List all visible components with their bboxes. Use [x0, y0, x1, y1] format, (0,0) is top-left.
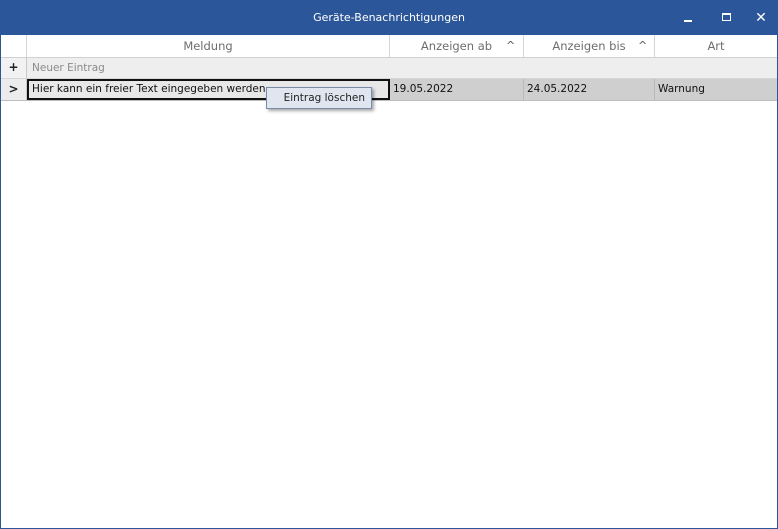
- column-header-art[interactable]: Art: [655, 35, 777, 57]
- title-bar[interactable]: Geräte-Benachrichtigungen ✕: [1, 1, 777, 35]
- new-entry-label: Neuer Eintrag: [32, 62, 105, 74]
- row-indicator-header: [1, 35, 27, 57]
- close-button[interactable]: ✕: [746, 1, 776, 35]
- context-menu: Eintrag löschen: [266, 87, 372, 109]
- maximize-icon: [722, 13, 731, 21]
- maximize-button[interactable]: [711, 1, 741, 35]
- cell-anzeigen-ab[interactable]: 19.05.2022: [390, 79, 524, 100]
- notifications-window: Geräte-Benachrichtigungen ✕ Meldung Anze…: [0, 0, 778, 529]
- add-row-icon: +: [1, 58, 27, 78]
- column-header-label: Anzeigen ab: [420, 39, 493, 53]
- new-entry-row[interactable]: + Neuer Eintrag: [1, 58, 777, 79]
- column-header-label: Anzeigen bis: [552, 39, 626, 53]
- column-header-anzeigen-bis[interactable]: Anzeigen bis ^: [524, 35, 655, 57]
- table-row[interactable]: > Hier kann ein freier Text eingegeben w…: [1, 79, 777, 101]
- column-header-label: Art: [707, 39, 725, 53]
- current-row-indicator-icon: >: [1, 79, 27, 100]
- cell-anzeigen-bis[interactable]: 24.05.2022: [524, 79, 655, 100]
- column-header-label: Meldung: [183, 39, 233, 53]
- cell-art[interactable]: Warnung: [655, 79, 777, 100]
- delete-entry-menu-item[interactable]: Eintrag löschen: [284, 92, 365, 104]
- column-header-anzeigen-ab[interactable]: Anzeigen ab ^: [390, 35, 524, 57]
- minimize-icon: [684, 20, 692, 22]
- close-icon: ✕: [755, 10, 767, 26]
- minimize-button[interactable]: [673, 1, 703, 35]
- column-header-meldung[interactable]: Meldung: [27, 35, 390, 57]
- sort-ascending-icon: ^: [506, 39, 516, 52]
- window-title: Geräte-Benachrichtigungen: [313, 11, 465, 24]
- sort-ascending-icon: ^: [638, 39, 648, 52]
- grid-header: Meldung Anzeigen ab ^ Anzeigen bis ^ Art: [1, 35, 777, 58]
